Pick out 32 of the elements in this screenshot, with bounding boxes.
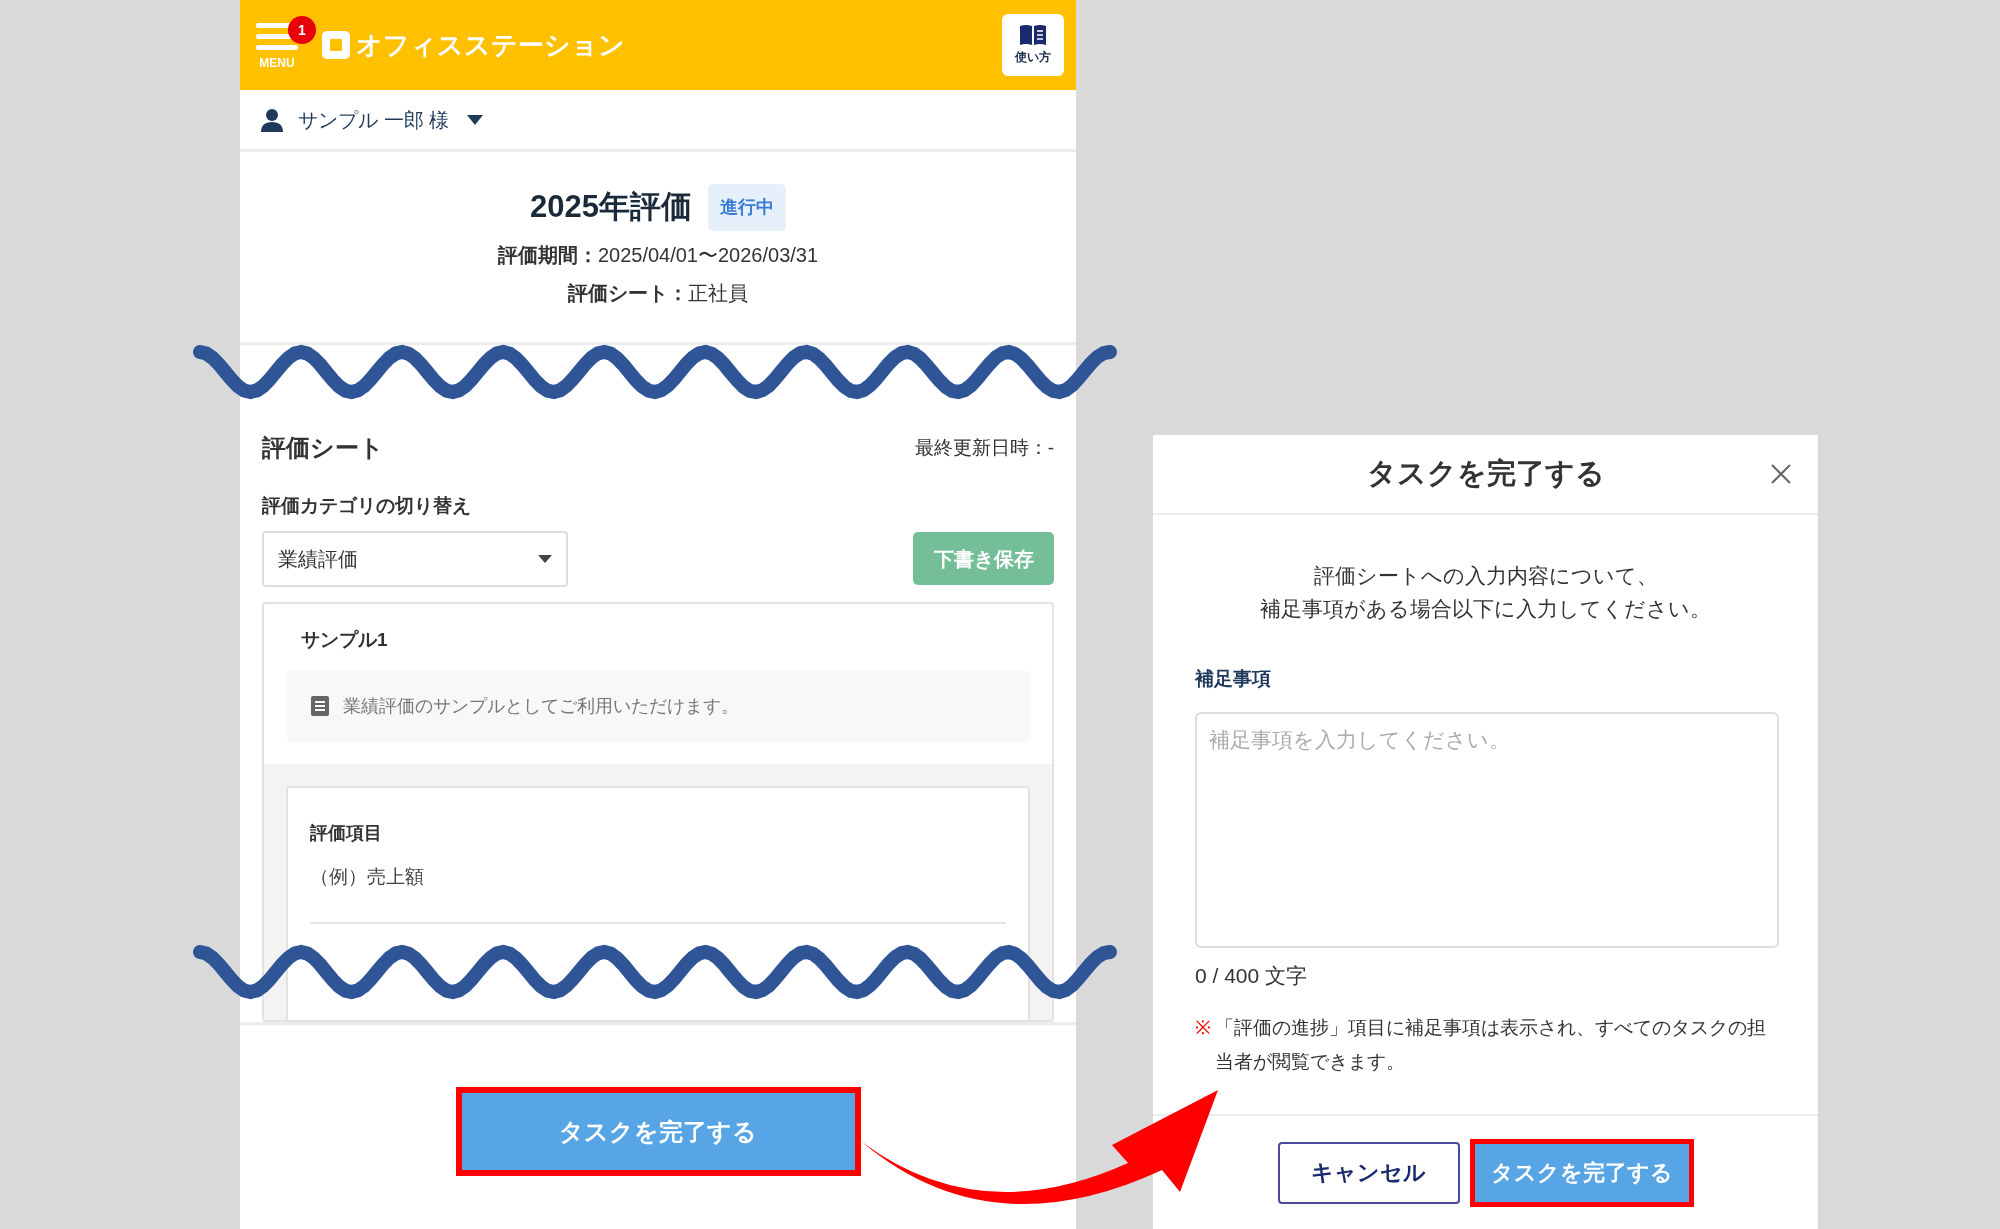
item-label: 評価項目: [310, 822, 383, 845]
last-updated: 最終更新日時：-: [914, 435, 1054, 460]
dialog-title: タスクを完了する: [1366, 456, 1605, 492]
status-badge: 進行中: [708, 184, 786, 231]
app-name: オフィスステーション: [356, 28, 625, 62]
item-value: （例）売上額: [310, 865, 425, 889]
evaluation-detail: 評価シート：正社員: [568, 281, 748, 306]
character-counter: 0 / 400 文字: [1195, 962, 1309, 989]
note-text: 「評価の進捗」項目に補足事項は表示され、すべてのタスクの担当者が閲覧できます。: [1215, 1016, 1767, 1074]
note-mark: ※: [1195, 1016, 1211, 1040]
help-button[interactable]: 使い方: [1002, 14, 1064, 76]
cancel-button[interactable]: キャンセル: [1277, 1141, 1460, 1204]
intro-text: 補足事項がある場合以下に入力してください。: [1260, 596, 1711, 622]
evaluation-detail: 評価期間：2025/04/01〜2026/03/31: [497, 243, 819, 268]
book-icon: [1019, 24, 1047, 46]
category-select[interactable]: 業績評価: [262, 530, 568, 587]
sheet-title: 評価シート: [262, 433, 384, 463]
evaluation-title: 2025年評価: [530, 188, 692, 227]
caret-down-icon: [467, 114, 484, 125]
intro-text: 評価シートへの入力内容について、: [1313, 563, 1658, 589]
caret-down-icon: [538, 554, 552, 563]
document-icon: [311, 696, 329, 716]
close-icon: [1771, 464, 1791, 484]
user-icon: [260, 107, 284, 132]
logo-icon: [322, 31, 350, 59]
category-label: 評価カテゴリの切り替え: [262, 494, 472, 518]
description-text: 業績評価のサンプルとしてご利用いただけます。: [343, 694, 739, 718]
notification-badge: 1: [288, 16, 316, 44]
user-menu[interactable]: サンプル 一郎 様: [298, 104, 484, 135]
card-title: サンプル1: [301, 627, 389, 652]
field-label: 補足事項: [1195, 667, 1272, 691]
notes-input-field[interactable]: 補足事項を入力してください。: [1195, 711, 1779, 948]
